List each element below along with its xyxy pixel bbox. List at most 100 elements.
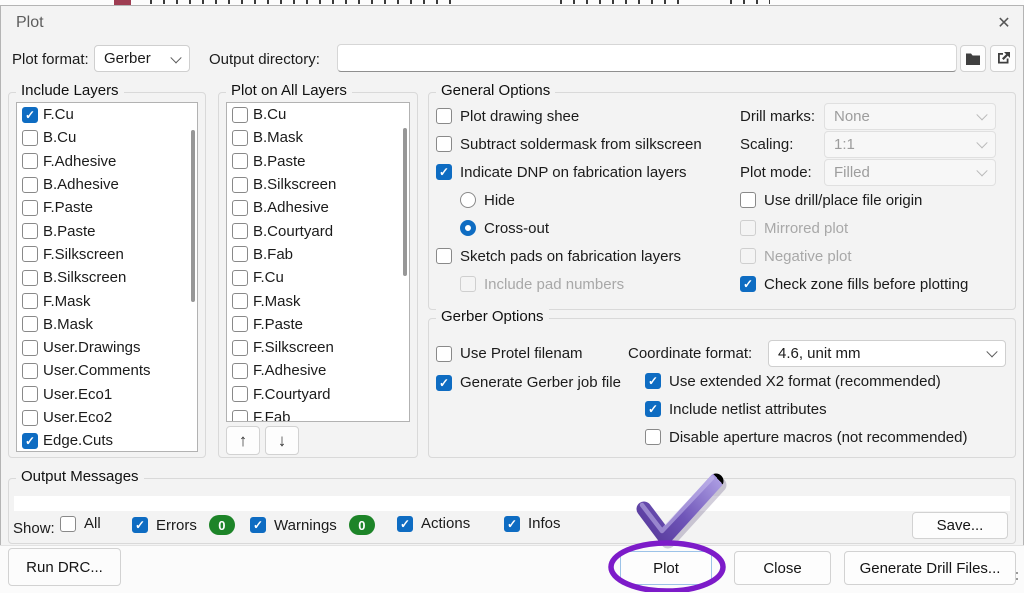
layer-label: User.Comments <box>43 362 151 380</box>
close-icon[interactable]: ✕ <box>992 11 1016 35</box>
save-button[interactable]: Save... <box>912 512 1008 539</box>
filter-errors[interactable]: Errors 0 <box>132 515 235 535</box>
layer-list-item[interactable]: B.Paste <box>17 219 197 242</box>
checkbox-icon <box>22 176 38 193</box>
gerber-options-title: Gerber Options <box>436 308 549 325</box>
layer-list-item[interactable]: Edge.Cuts <box>17 429 197 451</box>
coordinate-format-dropdown[interactable]: 4.6, unit mm <box>768 339 1006 367</box>
layer-list-item[interactable]: B.Fab <box>227 243 409 266</box>
checkbox-option[interactable]: Check zone fills before plotting <box>740 270 1016 298</box>
layer-list-item[interactable]: F.Adhesive <box>17 150 197 173</box>
filter-warnings[interactable]: Warnings 0 <box>250 515 375 535</box>
checkbox-icon <box>22 432 38 449</box>
layer-list-item[interactable]: B.Courtyard <box>227 219 409 242</box>
layer-list-item[interactable]: F.Paste <box>227 313 409 336</box>
background-toolbar-marks <box>730 0 770 4</box>
checkbox-option[interactable]: Use extended X2 format (recommended) <box>645 367 1016 395</box>
checkbox-option[interactable]: Use drill/place file origin <box>740 186 1016 214</box>
layer-label: F.Adhesive <box>43 152 117 170</box>
layer-list-item[interactable]: F.Paste <box>17 196 197 219</box>
checkbox-icon <box>740 192 756 208</box>
count-badge: 0 <box>348 515 375 535</box>
plot-button[interactable]: Plot <box>620 551 712 585</box>
checkbox-option[interactable]: Generate Gerber job file <box>436 368 636 397</box>
generate-drill-files-button[interactable]: Generate Drill Files... <box>844 551 1016 585</box>
layer-list-item[interactable]: F.Courtyard <box>227 383 409 406</box>
layer-list-item[interactable]: B.Cu <box>17 126 197 149</box>
checkbox-icon <box>645 401 661 417</box>
radio-icon <box>460 192 476 208</box>
option-label: Check zone fills before plotting <box>764 275 969 293</box>
layer-list-item[interactable]: F.Adhesive <box>227 359 409 382</box>
layer-list-item[interactable]: B.Adhesive <box>17 173 197 196</box>
checkbox-option[interactable]: Include netlist attributes <box>645 395 1016 423</box>
layer-list-item[interactable]: F.Mask <box>17 289 197 312</box>
layer-list-item[interactable]: F.Silkscreen <box>17 243 197 266</box>
resize-grip <box>1016 578 1018 580</box>
layer-list-item[interactable]: B.Adhesive <box>227 196 409 219</box>
layer-list-item[interactable]: F.Mask <box>227 289 409 312</box>
drill-marks-dropdown: None <box>824 102 996 130</box>
gerber-options-left-column: Use Protel filenam Generate Gerber job fi… <box>436 339 636 397</box>
layer-list-item[interactable]: User.Eco1 <box>17 383 197 406</box>
checkbox-option[interactable]: Indicate DNP on fabrication layers <box>436 158 736 186</box>
plot-on-all-layers-title: Plot on All Layers <box>226 82 352 99</box>
layer-label: User.Eco2 <box>43 409 113 426</box>
coordinate-format-label: Coordinate format: <box>628 344 753 362</box>
filter-all[interactable]: All <box>60 515 101 532</box>
option-label: Generate Gerber job file <box>460 374 621 391</box>
move-layer-up-button[interactable]: ↑ <box>226 426 260 455</box>
checkbox-icon <box>22 106 38 123</box>
layer-label: F.Paste <box>43 199 94 217</box>
radio-option[interactable]: Cross-out <box>436 214 736 242</box>
arrow-up-icon: ↑ <box>238 430 248 450</box>
layer-list-item[interactable]: B.Paste <box>227 150 409 173</box>
checkbox-icon <box>22 362 38 379</box>
browse-folder-button[interactable] <box>960 45 986 72</box>
layer-list-item[interactable]: User.Drawings <box>17 336 197 359</box>
filter-actions[interactable]: Actions <box>397 515 470 532</box>
layer-list-item[interactable]: F.Cu <box>17 103 197 126</box>
run-drc-button[interactable]: Run DRC... <box>8 548 121 586</box>
checkbox-option[interactable]: Sketch pads on fabrication layers <box>436 242 736 270</box>
filter-label: Errors <box>156 516 197 534</box>
checkbox-icon <box>232 362 248 379</box>
layer-list-item[interactable]: B.Mask <box>227 126 409 149</box>
coordinate-format-value: 4.6, unit mm <box>778 344 861 362</box>
layer-list-item[interactable]: B.Silkscreen <box>227 173 409 196</box>
layer-label: F.Silkscreen <box>43 245 124 263</box>
option-label: Use extended X2 format (recommended) <box>669 372 941 390</box>
layer-label: F.Paste <box>253 315 304 333</box>
layer-list-item[interactable]: B.Silkscreen <box>17 266 197 289</box>
filter-infos[interactable]: Infos <box>504 515 561 532</box>
layer-list-item[interactable]: User.Comments <box>17 359 197 382</box>
dropdown-label: Scaling: <box>740 135 794 153</box>
layer-list-item[interactable]: F.Fab <box>227 406 409 421</box>
checkbox-option[interactable]: Use Protel filenam <box>436 339 636 368</box>
show-label: Show: <box>13 520 55 537</box>
dropdown-label: Drill marks: <box>740 107 815 125</box>
output-directory-input[interactable] <box>337 44 957 72</box>
option-label: Subtract soldermask from silkscreen <box>460 135 702 153</box>
plot-mode-dropdown: Filled <box>824 158 996 186</box>
layer-list-item[interactable]: F.Silkscreen <box>227 336 409 359</box>
radio-option[interactable]: Hide <box>436 186 736 214</box>
move-layer-down-button[interactable]: ↓ <box>265 426 299 455</box>
checkbox-icon <box>22 153 38 170</box>
plot-format-dropdown[interactable]: Gerber <box>94 45 190 72</box>
open-external-button[interactable] <box>990 45 1016 72</box>
checkbox-option[interactable]: Disable aperture macros (not recommended… <box>645 423 1016 451</box>
checkbox-option[interactable]: Subtract soldermask from silkscreen <box>436 130 736 158</box>
chevron-down-icon <box>976 165 988 177</box>
include-layers-scrollbar[interactable] <box>191 130 195 302</box>
plot-on-all-layers-scrollbar[interactable] <box>403 128 407 276</box>
checkbox-option[interactable]: Plot drawing shee <box>436 102 736 130</box>
checkbox-icon <box>232 269 248 286</box>
close-button[interactable]: Close <box>734 551 831 585</box>
layer-list-item[interactable]: B.Cu <box>227 103 409 126</box>
layer-list-item[interactable]: B.Mask <box>17 313 197 336</box>
layer-list-item[interactable]: F.Cu <box>227 266 409 289</box>
checkbox-icon <box>22 293 38 310</box>
layer-list-item[interactable]: User.Eco2 <box>17 406 197 429</box>
option-label: Indicate DNP on fabrication layers <box>460 163 687 181</box>
